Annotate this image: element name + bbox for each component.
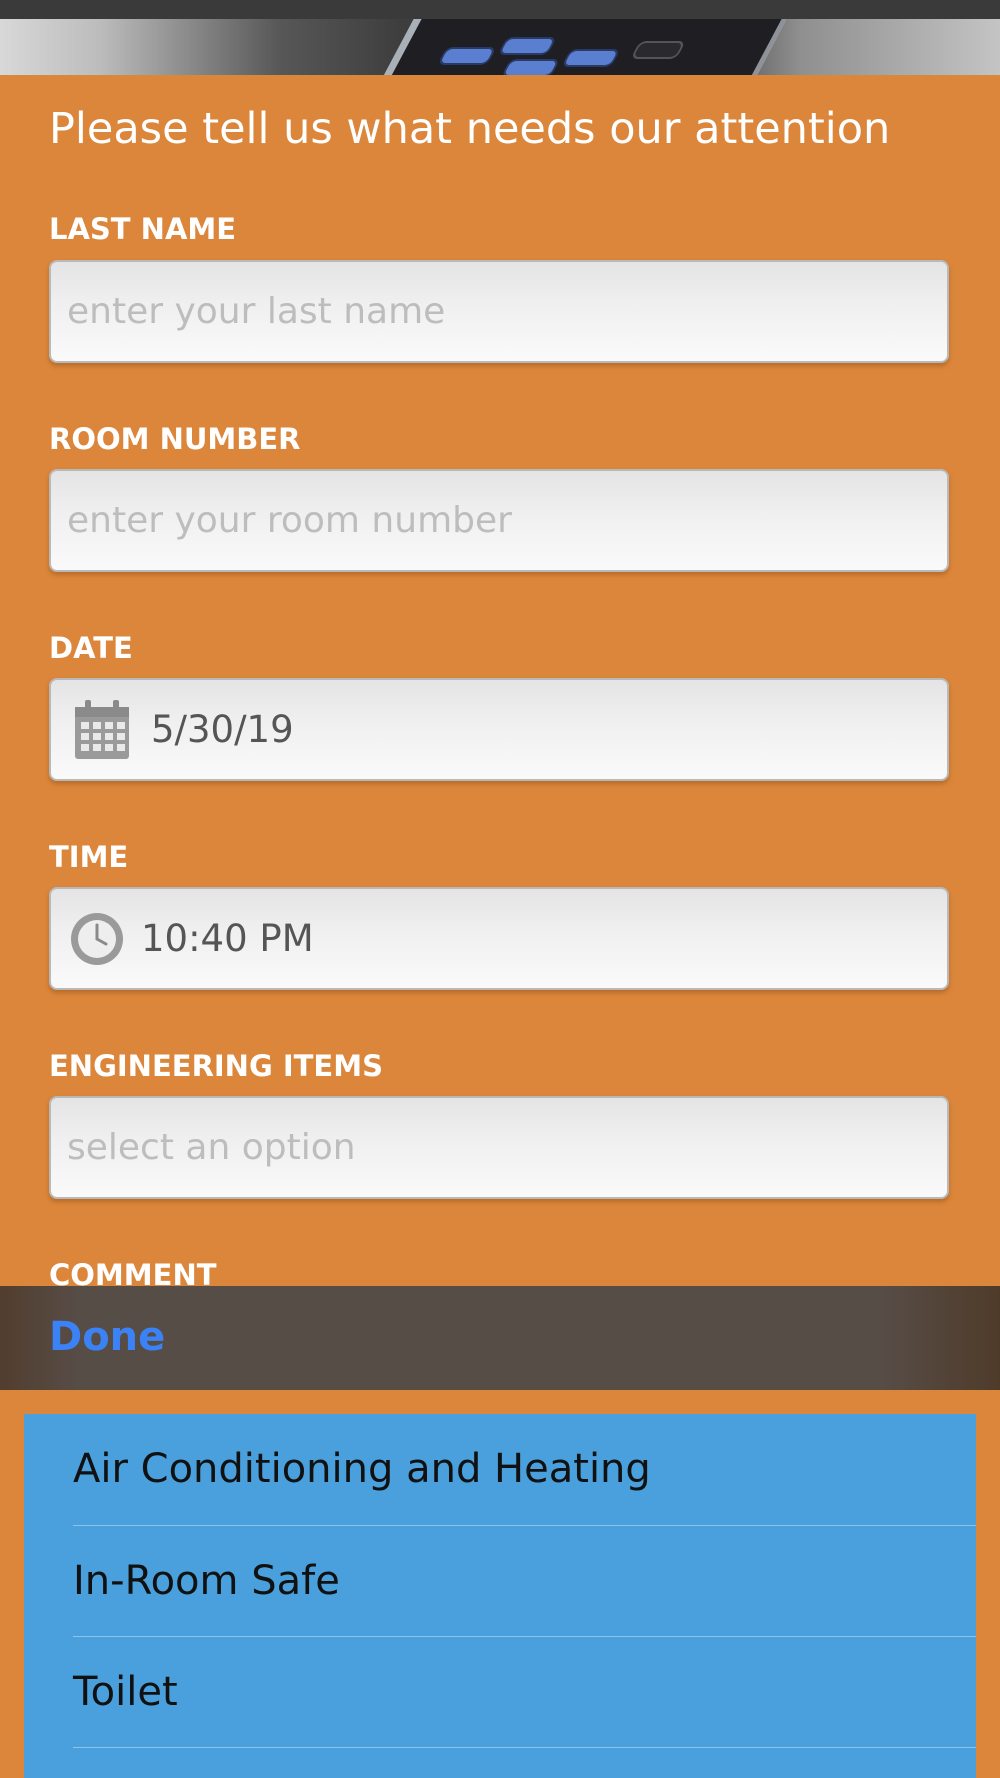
option-divider <box>73 1747 976 1748</box>
last-name-field[interactable]: enter your last name <box>49 260 949 363</box>
page-title: Please tell us what needs our attention <box>49 104 891 154</box>
room-number-label: ROOM NUMBER <box>49 422 301 456</box>
calendar-icon <box>75 699 129 759</box>
header-image <box>0 0 1000 75</box>
status-strip <box>0 0 1000 19</box>
time-field[interactable]: 10:40 PM <box>49 887 949 990</box>
picker-options-list: Air Conditioning and Heating In-Room Saf… <box>24 1414 976 1778</box>
last-name-placeholder: enter your last name <box>67 291 446 332</box>
engineering-items-label: ENGINEERING ITEMS <box>49 1049 383 1083</box>
option-label: Toilet <box>73 1669 178 1715</box>
engineering-items-select[interactable]: select an option <box>49 1096 949 1199</box>
option-label: In-Room Safe <box>73 1558 340 1604</box>
engineering-request-page: Please tell us what needs our attention … <box>0 0 1000 1778</box>
room-number-placeholder: enter your room number <box>67 500 512 541</box>
tv-remote-image <box>376 19 788 75</box>
last-name-label: LAST NAME <box>49 212 237 246</box>
option-label: Air Conditioning and Heating <box>73 1446 651 1492</box>
option-toilet[interactable]: Toilet <box>24 1637 976 1747</box>
room-number-field[interactable]: enter your room number <box>49 469 949 572</box>
date-value: 5/30/19 <box>151 708 294 751</box>
done-button[interactable]: Done <box>49 1311 165 1363</box>
option-in-room-safe[interactable]: In-Room Safe <box>24 1526 976 1636</box>
time-label: TIME <box>49 840 129 874</box>
date-field[interactable]: 5/30/19 <box>49 678 949 781</box>
clock-icon <box>71 912 123 965</box>
date-label: DATE <box>49 631 133 665</box>
option-air-conditioning[interactable]: Air Conditioning and Heating <box>24 1414 976 1524</box>
time-value: 10:40 PM <box>141 917 314 960</box>
engineering-items-placeholder: select an option <box>67 1127 356 1168</box>
